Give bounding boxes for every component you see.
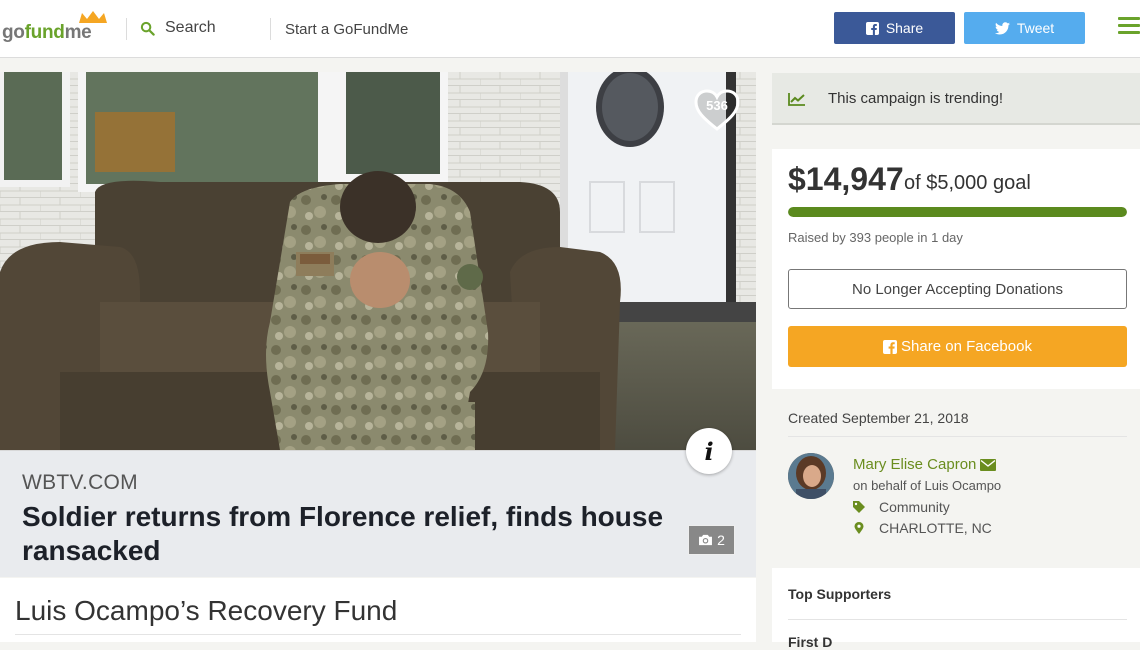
- photo-count: 2: [717, 532, 725, 548]
- donation-card: $14,947 of $5,000 goal Raised by 393 peo…: [772, 149, 1140, 389]
- facebook-icon: [883, 339, 898, 354]
- search-label: Search: [165, 19, 216, 36]
- category-row[interactable]: Community: [853, 499, 950, 515]
- search-button[interactable]: Search: [140, 19, 216, 37]
- envelope-icon[interactable]: [980, 458, 997, 471]
- camera-icon: [699, 534, 713, 546]
- soldier-photo: [0, 72, 756, 450]
- start-gofundme-link[interactable]: Start a GoFundMe: [285, 21, 408, 38]
- tweet-label: Tweet: [1016, 20, 1055, 36]
- progress-bar: [788, 207, 1127, 217]
- tweet-button[interactable]: Tweet: [964, 12, 1085, 44]
- hamburger-icon[interactable]: [1118, 17, 1140, 37]
- first-donors-heading: First D: [788, 634, 833, 650]
- organizer-card: Created September 21, 2018 Mary Elise Ca…: [772, 395, 1140, 563]
- share-on-facebook-label: Share on Facebook: [901, 338, 1032, 355]
- gofundme-logo[interactable]: gofundme: [2, 10, 114, 46]
- tag-icon: [853, 501, 865, 513]
- on-behalf-text: on behalf of Luis Ocampo: [853, 478, 1002, 493]
- share-label: Share: [885, 20, 924, 36]
- campaign-photo[interactable]: [0, 72, 756, 450]
- logo-text: gofundme: [2, 22, 92, 43]
- category-label: Community: [879, 499, 950, 515]
- location-row: CHARLOTTE, NC: [853, 520, 992, 536]
- heart-count: 536: [706, 98, 728, 113]
- top-supporters-card: Top Supporters First D: [772, 568, 1140, 650]
- site-header: gofundme Search Start a GoFundMe Share T…: [0, 0, 1140, 58]
- share-on-facebook-button[interactable]: Share on Facebook: [788, 326, 1127, 367]
- location-pin-icon: [854, 522, 864, 534]
- search-icon: [140, 21, 155, 36]
- header-divider: [270, 18, 271, 40]
- trending-banner: This campaign is trending!: [772, 73, 1140, 125]
- top-supporters-heading: Top Supporters: [788, 586, 892, 602]
- created-date: Created September 21, 2018: [788, 410, 969, 426]
- organizer-name-link[interactable]: Mary Elise Capron: [853, 456, 997, 473]
- trending-text: This campaign is trending!: [828, 90, 1004, 107]
- facebook-share-button[interactable]: Share: [834, 12, 955, 44]
- progress-fill: [788, 207, 1127, 217]
- header-divider: [126, 18, 127, 40]
- link-preview-card[interactable]: WBTV.COM Soldier returns from Florence r…: [0, 450, 756, 577]
- divider: [15, 634, 741, 635]
- page-gutter: [756, 58, 772, 642]
- facebook-icon: [865, 21, 879, 35]
- organizer-name: Mary Elise Capron: [853, 456, 977, 473]
- location-label: CHARLOTTE, NC: [879, 520, 992, 536]
- photo-count-badge[interactable]: 2: [688, 525, 735, 555]
- campaign-title-bar: Luis Ocampo’s Recovery Fund: [0, 578, 756, 642]
- twitter-icon: [994, 21, 1010, 34]
- divider: [788, 619, 1127, 620]
- raised-by-text: Raised by 393 people in 1 day: [788, 230, 963, 245]
- organizer-avatar[interactable]: [788, 453, 834, 499]
- divider: [788, 436, 1127, 437]
- info-button[interactable]: i: [686, 428, 732, 474]
- no-longer-accepting-button[interactable]: No Longer Accepting Donations: [788, 269, 1127, 309]
- link-title[interactable]: Soldier returns from Florence relief, fi…: [22, 500, 702, 568]
- goal-text: of $5,000 goal: [904, 172, 1031, 194]
- raised-amount: $14,947: [788, 161, 904, 197]
- trending-chart-icon: [788, 93, 805, 106]
- campaign-title: Luis Ocampo’s Recovery Fund: [15, 595, 398, 626]
- link-domain: WBTV.COM: [22, 471, 138, 494]
